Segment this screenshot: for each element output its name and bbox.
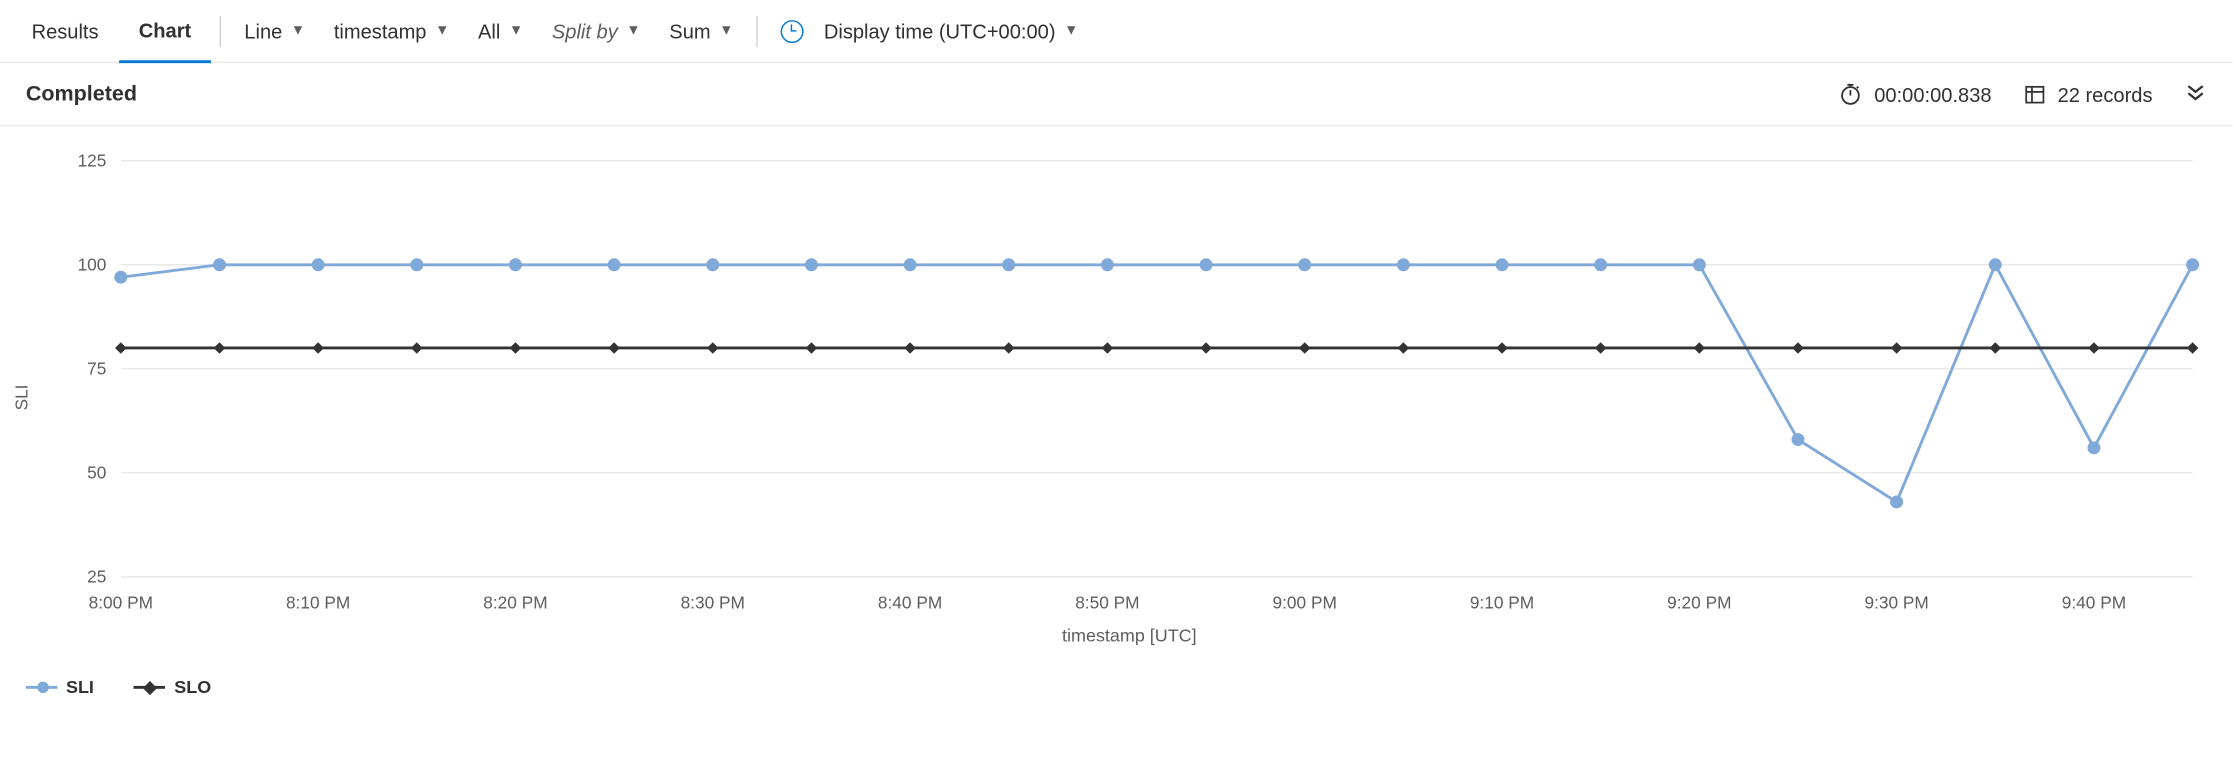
svg-text:8:00 PM: 8:00 PM [89,592,153,612]
svg-text:125: 125 [78,150,107,170]
clock-icon [781,19,804,42]
split-by-dropdown[interactable]: Split by▼ [538,8,655,54]
chevron-down-icon: ▼ [509,23,523,39]
x-axis-label: timestamp [UTC] [49,620,2210,657]
status-bar: Completed 00:00:00.838 22 records [0,63,2233,126]
chart-type-dropdown[interactable]: Line▼ [230,8,320,54]
svg-text:9:30 PM: 9:30 PM [1864,592,1928,612]
status-title: Completed [26,82,137,106]
svg-text:8:40 PM: 8:40 PM [878,592,942,612]
expand-button[interactable] [2184,80,2207,107]
legend-item-sli[interactable]: SLI [26,677,94,697]
chevron-down-icon: ▼ [626,23,640,39]
separator [756,15,757,47]
toolbar: Results Chart Line▼ timestamp▼ All▼ Spli… [0,0,2233,63]
stopwatch-icon [1838,82,1862,106]
svg-text:9:20 PM: 9:20 PM [1667,592,1731,612]
legend: SLI SLO [0,669,2233,715]
chevron-down-icon: ▼ [1064,23,1078,39]
svg-text:8:20 PM: 8:20 PM [483,592,547,612]
tab-results[interactable]: Results [11,0,118,62]
svg-text:9:40 PM: 9:40 PM [2062,592,2126,612]
double-chevron-down-icon [2184,80,2207,103]
aggregation-dropdown[interactable]: Sum▼ [655,8,748,54]
svg-text:25: 25 [87,567,106,587]
chevron-down-icon: ▼ [291,23,305,39]
svg-text:8:10 PM: 8:10 PM [286,592,350,612]
query-duration: 00:00:00.838 [1838,82,1991,106]
x-field-dropdown[interactable]: timestamp▼ [319,8,463,54]
svg-text:75: 75 [87,359,106,379]
chart-area: SLI 25 50 75 100 125 8:00 PM 8:10 PM 8:20 PM 8:3… [0,126,2233,668]
chevron-down-icon: ▼ [435,23,449,39]
record-count: 22 records [2023,83,2152,106]
svg-text:8:30 PM: 8:30 PM [681,592,745,612]
line-marker-icon [26,686,58,689]
legend-item-slo[interactable]: SLO [134,677,211,697]
svg-text:50: 50 [87,463,106,483]
line-chart[interactable]: 25 50 75 100 125 8:00 PM 8:10 PM 8:20 PM 8:30 PM… [49,146,2210,620]
svg-text:100: 100 [78,255,107,275]
display-time-dropdown[interactable]: Display time (UTC+00:00) ▼ [766,8,1092,54]
chevron-down-icon: ▼ [719,23,733,39]
y-field-dropdown[interactable]: All▼ [464,8,538,54]
line-marker-icon [134,686,166,689]
svg-text:8:50 PM: 8:50 PM [1075,592,1139,612]
separator [220,15,221,47]
table-icon [2023,83,2046,106]
tab-chart[interactable]: Chart [119,0,212,62]
svg-text:9:00 PM: 9:00 PM [1273,592,1337,612]
y-axis-label: SLI [11,385,31,411]
svg-text:9:10 PM: 9:10 PM [1470,592,1534,612]
